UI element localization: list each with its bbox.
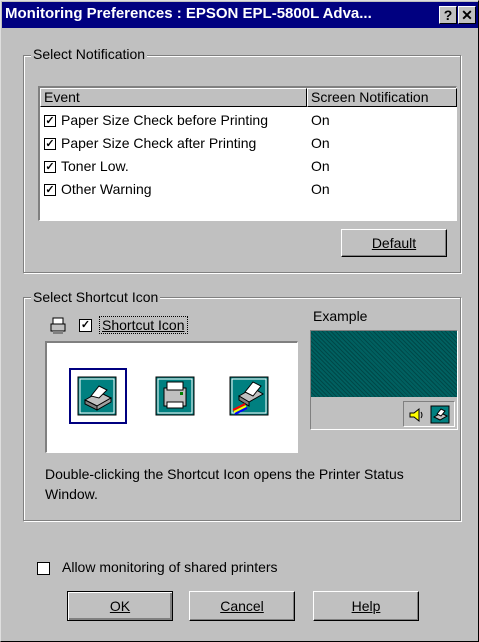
printer-small-icon (50, 317, 66, 334)
event-list[interactable]: Event Screen Notification ✓ Paper Size C… (38, 86, 457, 221)
example-system-tray (403, 401, 455, 427)
select-shortcut-icon-label: Select Shortcut Icon (31, 289, 161, 305)
shortcut-icon-checkbox-label[interactable]: Shortcut Icon (99, 316, 188, 334)
list-item[interactable]: ✓ Paper Size Check after Printing On (40, 133, 456, 156)
default-button-label: Default (371, 235, 417, 251)
printer-icon-style-2[interactable] (155, 376, 195, 416)
event-checkbox-toner-low[interactable]: ✓ (44, 161, 56, 173)
allow-shared-monitoring-label[interactable]: Allow monitoring of shared printers (62, 559, 278, 575)
help-title-button[interactable]: ? (439, 6, 457, 24)
title-bar[interactable]: Monitoring Preferences : EPSON EPL-5800L… (2, 2, 478, 28)
notification-value: On (311, 181, 330, 197)
ok-button[interactable]: OK (67, 591, 173, 621)
printer-icon-style-3[interactable] (229, 376, 269, 416)
cancel-button[interactable]: Cancel (189, 591, 295, 621)
default-button[interactable]: Default (341, 229, 447, 257)
cancel-button-label: Cancel (220, 598, 264, 614)
list-item[interactable]: ✓ Toner Low. On (40, 156, 456, 179)
shortcut-description: Double-clicking the Shortcut Icon opens … (45, 466, 404, 502)
allow-shared-monitoring-checkbox[interactable] (37, 562, 50, 575)
ok-button-label: OK (109, 598, 131, 614)
list-item[interactable]: ✓ Paper Size Check before Printing On (40, 110, 456, 133)
printer-icon-style-1[interactable] (77, 376, 117, 416)
notification-value: On (311, 112, 330, 128)
event-checkbox-paper-before[interactable]: ✓ (44, 115, 56, 127)
close-button[interactable]: ✕ (458, 6, 476, 24)
shortcut-icon-chooser[interactable] (45, 341, 298, 453)
event-checkbox-paper-after[interactable]: ✓ (44, 138, 56, 150)
example-desktop (311, 331, 457, 397)
notification-value: On (311, 158, 330, 174)
help-button-label: Help (351, 598, 381, 614)
event-label: Toner Low. (61, 158, 129, 174)
shortcut-icon-checkbox[interactable]: ✓ (79, 319, 92, 332)
select-notification-label: Select Notification (31, 46, 148, 62)
screen-notification-column-header[interactable]: Screen Notification (307, 88, 457, 107)
example-label: Example (313, 308, 368, 324)
speaker-icon (409, 407, 423, 423)
help-button[interactable]: Help (313, 591, 419, 621)
event-label: Paper Size Check after Printing (61, 135, 257, 151)
tray-printer-icon (430, 405, 450, 424)
event-label: Paper Size Check before Printing (61, 112, 268, 128)
event-checkbox-other-warning[interactable]: ✓ (44, 184, 56, 196)
window-title: Monitoring Preferences : EPSON EPL-5800L… (5, 5, 372, 22)
event-column-header[interactable]: Event (40, 88, 307, 107)
event-label: Other Warning (61, 181, 152, 197)
monitoring-preferences-dialog: Monitoring Preferences : EPSON EPL-5800L… (0, 0, 479, 642)
list-item[interactable]: ✓ Other Warning On (40, 179, 456, 202)
notification-value: On (311, 135, 330, 151)
example-preview (310, 330, 458, 430)
